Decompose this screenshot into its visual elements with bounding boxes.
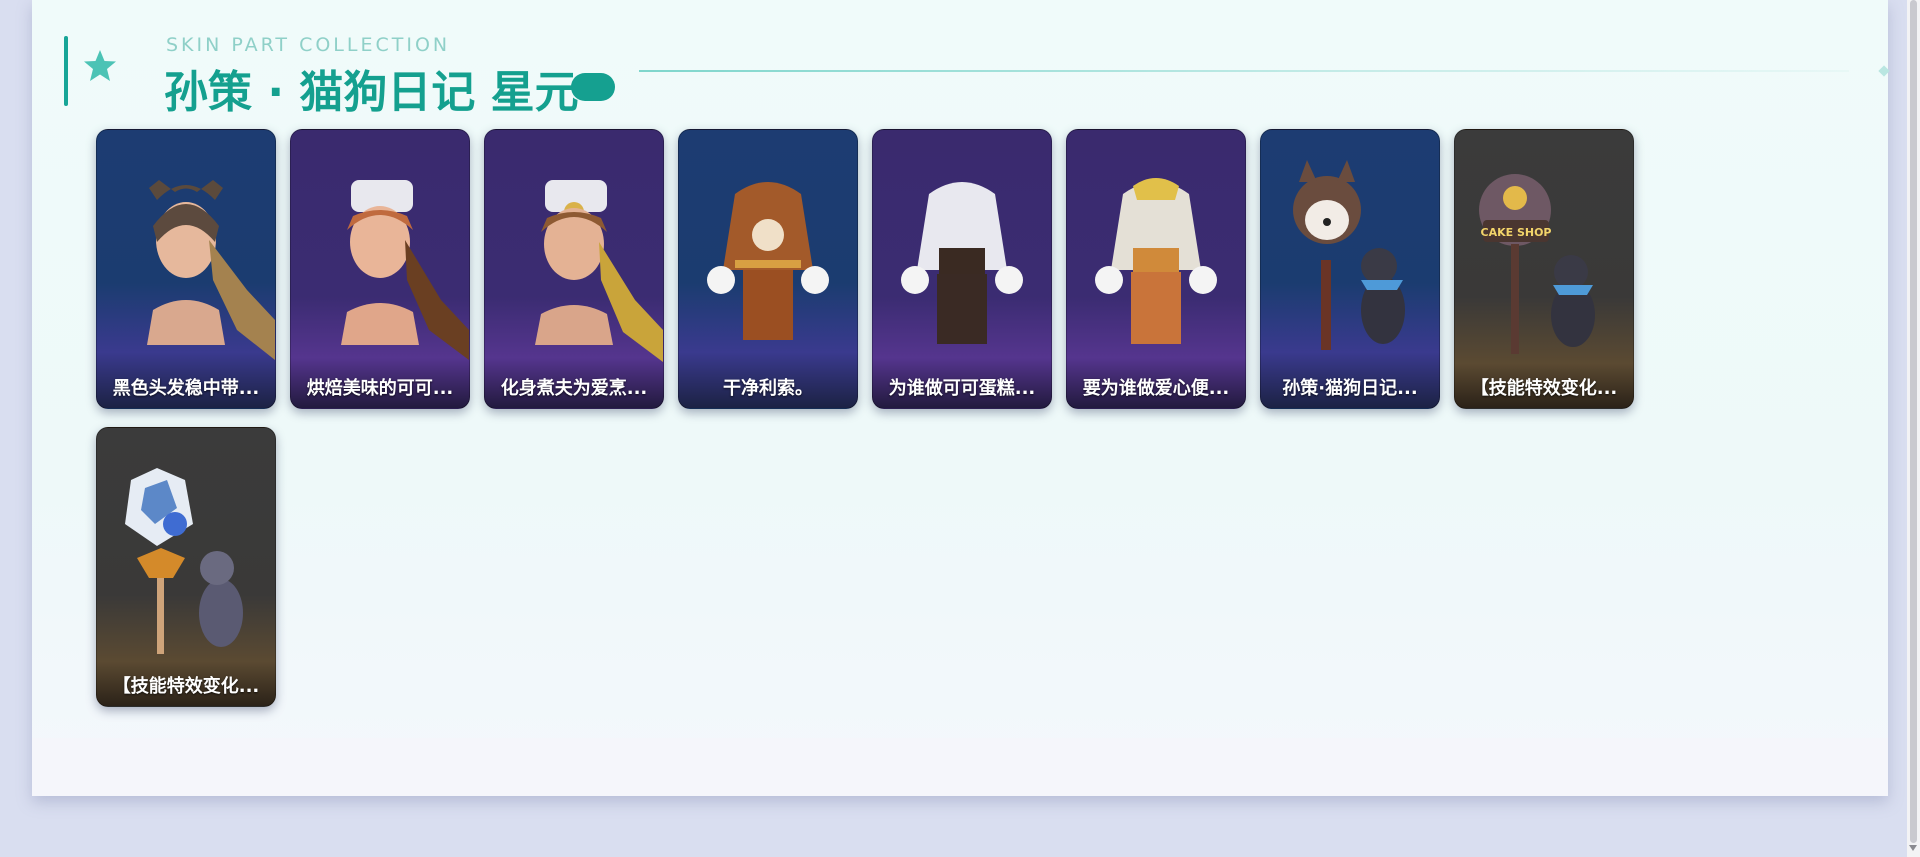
skin-part-card[interactable]: 孙策·猫狗日记... xyxy=(1260,129,1440,409)
skin-part-card-label: 为谁做可可蛋糕... xyxy=(888,378,1036,399)
section-header: SKIN PART COLLECTION 孙策 · 猫狗日记 星元 xyxy=(64,34,1894,118)
page-title: 孙策 · 猫狗日记 星元 xyxy=(164,67,579,118)
skin-part-card-label: 干净利索。 xyxy=(723,378,813,399)
skin-part-card[interactable]: 黑色头发稳中带... xyxy=(96,129,276,409)
skin-part-card-label: 【技能特效变化... xyxy=(112,676,260,697)
skin-part-card[interactable]: CAKE SHOP 【技能特效变化... xyxy=(1454,129,1634,409)
skin-part-card[interactable]: 为谁做可可蛋糕... xyxy=(872,129,1052,409)
star-icon xyxy=(84,50,116,81)
skin-part-card[interactable]: 化身煮夫为爱烹... xyxy=(484,129,664,409)
scrollbar-thumb[interactable] xyxy=(1910,0,1917,843)
head-ears-thumbnail xyxy=(147,180,275,360)
vertical-scrollbar[interactable] xyxy=(1907,0,1920,857)
skin-part-card-label: 要为谁做爱心便... xyxy=(1082,378,1230,399)
dog-staff-thumbnail xyxy=(1293,160,1405,350)
head-chef-gold-thumbnail xyxy=(535,180,663,362)
skin-part-card[interactable]: 烘焙美味的可可... xyxy=(290,129,470,409)
skin-part-card-label: 孙策·猫狗日记... xyxy=(1282,378,1418,399)
skin-part-card-label: 化身煮夫为爱烹... xyxy=(500,378,648,399)
title-badge xyxy=(571,73,615,101)
wolf-staff-thumbnail xyxy=(125,468,243,654)
outfit-brown-thumbnail xyxy=(707,182,829,340)
skin-part-card[interactable]: 干净利索。 xyxy=(678,129,858,409)
skin-part-card[interactable]: 要为谁做爱心便... xyxy=(1066,129,1246,409)
skin-part-card-label: 黑色头发稳中带... xyxy=(112,378,260,399)
scroll-down-arrow-icon[interactable] xyxy=(1909,845,1917,851)
skin-part-panel: SKIN PART COLLECTION 孙策 · 猫狗日记 星元 黑色头发稳中… xyxy=(32,0,1890,796)
outfit-orange-thumbnail xyxy=(1095,178,1217,344)
header-divider xyxy=(639,70,1849,72)
skin-part-card-label: 烘焙美味的可可... xyxy=(306,378,454,399)
head-chef-thumbnail xyxy=(341,180,469,360)
cake-shop-sign-thumbnail: CAKE SHOP xyxy=(1479,174,1595,354)
header-accent-bar xyxy=(64,36,68,106)
header-subtitle: SKIN PART COLLECTION xyxy=(166,34,451,56)
divider-diamond-ornament xyxy=(1878,65,1890,77)
skin-part-card-label: 【技能特效变化... xyxy=(1470,378,1618,399)
skin-part-card[interactable]: 【技能特效变化... xyxy=(96,427,276,707)
svg-text:CAKE SHOP: CAKE SHOP xyxy=(1481,226,1552,239)
outfit-chef-thumbnail xyxy=(901,182,1023,344)
